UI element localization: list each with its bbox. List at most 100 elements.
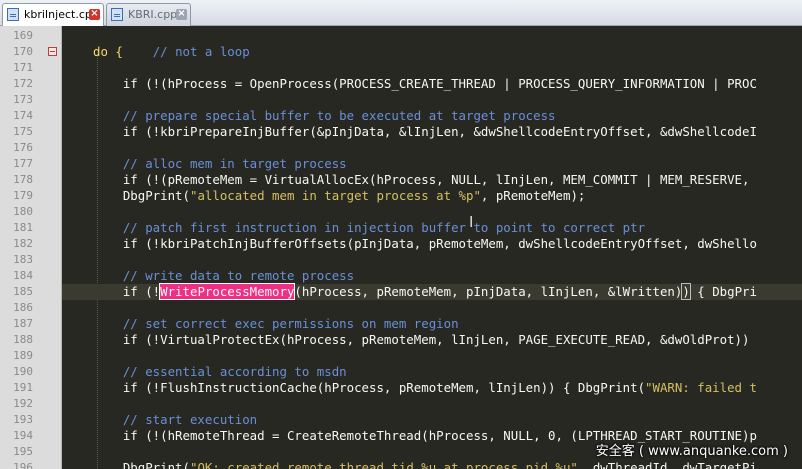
code-line[interactable]: 170 do { // not a loop (0, 44, 802, 60)
line-number: 187 (13, 317, 33, 330)
code-token: if (!(hProcess = OpenProcess(PROCESS_CRE… (93, 76, 757, 91)
line-number: 169 (13, 29, 33, 42)
line-number: 194 (13, 429, 33, 442)
tab-label: KBRI.cpp (128, 8, 178, 21)
string-literal: "allocated mem in target process at %p" (189, 188, 481, 203)
code-line[interactable]: 171 (0, 60, 802, 76)
code-text: if (!(pRemoteMem = VirtualAllocEx(hProce… (93, 172, 757, 188)
code-line[interactable]: 187 // set correct exec permissions on m… (0, 316, 802, 332)
code-line[interactable]: 184 // write data to remote process (0, 268, 802, 284)
highlighted-identifier: WriteProcessMemory (159, 283, 296, 300)
code-comment: // patch first instruction in injection … (93, 220, 646, 235)
code-line[interactable]: 173 (0, 92, 802, 108)
line-number: 188 (13, 333, 33, 346)
code-line[interactable]: 172 if (!(hProcess = OpenProcess(PROCESS… (0, 76, 802, 92)
code-token: DbgPrint( (93, 188, 190, 203)
tab-kbriinject-cpp[interactable]: kbriInject.cpp × (2, 3, 104, 26)
cpp-file-icon (7, 8, 19, 21)
line-number: 190 (13, 365, 33, 378)
line-number: 175 (13, 125, 33, 138)
code-token: (hProcess, pRemoteMem, pInjData, lInjLen… (294, 284, 683, 299)
line-number: 173 (13, 93, 33, 106)
code-token: if (!kbriPrepareInjBuffer(&pInjData, &lI… (93, 124, 757, 139)
line-number: 196 (13, 461, 33, 469)
code-token: if (!(pRemoteMem = VirtualAllocEx(hProce… (93, 172, 757, 187)
code-line[interactable]: 180 (0, 204, 802, 220)
code-line[interactable]: 177 // alloc mem in target process (0, 156, 802, 172)
tab-label: kbriInject.cpp (24, 8, 99, 21)
line-number: 179 (13, 189, 33, 202)
watermark: 安全客 ( www.anquanke.com ) (595, 444, 788, 459)
code-line[interactable]: 181 // patch first instruction in inject… (0, 220, 802, 236)
line-number: 189 (13, 349, 33, 362)
line-number: 185 (13, 285, 33, 298)
code-line[interactable]: 178 if (!(pRemoteMem = VirtualAllocEx(hP… (0, 172, 802, 188)
code-text: // prepare special buffer to be executed… (93, 108, 556, 124)
code-text: if (!kbriPrepareInjBuffer(&pInjData, &lI… (93, 124, 757, 140)
line-number: 184 (13, 269, 33, 282)
code-line[interactable]: 189 (0, 348, 802, 364)
code-token: if (!VirtualProtectEx(hProcess, pRemoteM… (93, 332, 750, 347)
line-number: 170 (13, 45, 33, 58)
code-text: // patch first instruction in injection … (93, 220, 645, 236)
code-line[interactable]: 183 (0, 252, 802, 268)
code-line[interactable]: 174 // prepare special buffer to be exec… (0, 108, 802, 124)
code-text: if (!VirtualProtectEx(hProcess, pRemoteM… (93, 332, 750, 348)
code-text: do { // not a loop (93, 44, 250, 60)
code-line[interactable]: 191 if (!FlushInstructionCache(hProcess,… (0, 380, 802, 396)
line-number: 191 (13, 381, 33, 394)
code-line[interactable]: 196 DbgPrint("OK: created remote thread … (0, 460, 802, 469)
code-text: // alloc mem in target process (93, 156, 347, 172)
code-comment: // write data to remote process (93, 268, 355, 283)
code-comment: // prepare special buffer to be executed… (93, 108, 556, 123)
code-line[interactable]: 179 DbgPrint("allocated mem in target pr… (0, 188, 802, 204)
code-text: DbgPrint("allocated mem in target proces… (93, 188, 586, 204)
code-comment: // not a loop (152, 44, 250, 59)
code-text: // write data to remote process (93, 268, 354, 284)
code-text: // set correct exec permissions on mem r… (93, 316, 459, 332)
code-line[interactable]: 169 (0, 28, 802, 44)
line-number: 171 (13, 61, 33, 74)
code-editor[interactable]: 169 170 do { // not a loop 171 172 if (!(hPr… (0, 26, 802, 469)
tab-bar: kbriInject.cpp × KBRI.cpp × (0, 0, 802, 26)
line-number: 177 (13, 157, 33, 170)
close-tab-icon[interactable]: × (89, 9, 100, 20)
line-number: 182 (13, 237, 33, 250)
line-number: 174 (13, 109, 33, 122)
code-comment: // start execution (93, 412, 258, 427)
tab-kbri-cpp[interactable]: KBRI.cpp × (106, 3, 191, 26)
code-text: // start execution (93, 412, 257, 428)
close-tab-icon[interactable]: × (176, 9, 187, 20)
line-number: 192 (13, 397, 33, 410)
code-text: if (!WriteProcessMemory(hProcess, pRemot… (93, 283, 757, 300)
code-text: // essential according to msdn (93, 364, 347, 380)
code-line[interactable]: 185 if (!WriteProcessMemory(hProcess, pR… (0, 283, 802, 300)
code-line[interactable]: 188 if (!VirtualProtectEx(hProcess, pRem… (0, 332, 802, 348)
code-line[interactable]: 192 (0, 396, 802, 412)
line-number: 186 (13, 301, 33, 314)
string-literal: "WARN: failed t (645, 380, 757, 395)
cpp-file-icon (111, 8, 123, 21)
line-number: 195 (13, 445, 33, 458)
line-number: 176 (13, 141, 33, 154)
code-text: if (!kbriPatchInjBufferOffsets(pInjData,… (93, 236, 757, 252)
code-text: DbgPrint("OK: created remote thread tid … (93, 460, 757, 469)
code-comment: // set correct exec permissions on mem r… (93, 316, 459, 331)
code-line[interactable]: 176 (0, 140, 802, 156)
line-number: 181 (13, 221, 33, 234)
code-token: { DbgPri (689, 284, 757, 299)
line-number: 172 (13, 77, 33, 90)
code-line[interactable]: 175 if (!kbriPrepareInjBuffer(&pInjData,… (0, 124, 802, 140)
code-line[interactable]: 182 if (!kbriPatchInjBufferOffsets(pInjD… (0, 236, 802, 252)
text-cursor-icon: I (469, 213, 474, 231)
code-comment: // essential according to msdn (93, 364, 347, 379)
code-comment: // alloc mem in target process (93, 156, 347, 171)
code-line[interactable]: 186 (0, 300, 802, 316)
code-line[interactable]: 193 // start execution (0, 412, 802, 428)
code-token: , pRemoteMem); (480, 188, 586, 203)
code-token: do { (93, 44, 153, 59)
fold-collapse-icon[interactable] (48, 47, 57, 56)
code-line[interactable]: 190 // essential according to msdn (0, 364, 802, 380)
code-text: if (!FlushInstructionCache(hProcess, pRe… (93, 380, 757, 396)
code-token: if (!FlushInstructionCache(hProcess, pRe… (93, 380, 646, 395)
